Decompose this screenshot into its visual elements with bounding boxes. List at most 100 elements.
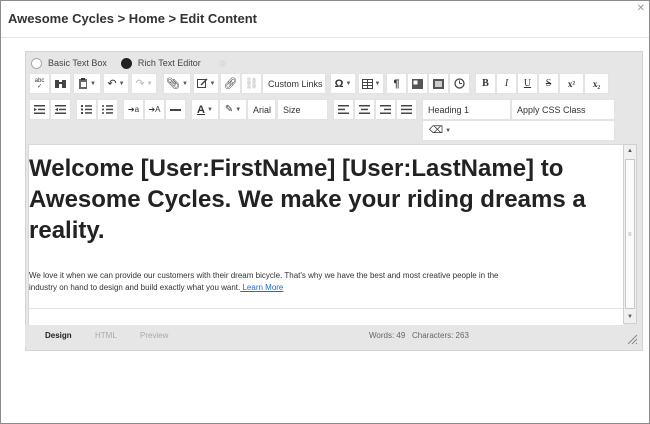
strikethrough-button[interactable]: S [538, 73, 559, 94]
align-right-button[interactable] [375, 99, 396, 120]
close-icon[interactable]: ✕ [637, 3, 645, 14]
increase-size-button[interactable]: ➔A [144, 99, 165, 120]
justify-button[interactable] [396, 99, 417, 120]
scroll-thumb[interactable]: ≡ [625, 159, 635, 309]
indent-icon [34, 105, 45, 114]
chevron-down-icon: ▼ [90, 80, 96, 87]
eraser-icon: ⌫ [429, 125, 444, 136]
italic-button[interactable]: I [496, 73, 517, 94]
tab-design[interactable]: Design [45, 331, 72, 340]
clock-icon [454, 78, 465, 89]
align-left-button[interactable] [333, 99, 354, 120]
chevron-down-icon: ▼ [207, 106, 213, 113]
css-class-dropdown[interactable]: Apply CSS Class [511, 99, 615, 120]
divider [1, 37, 649, 38]
outdent-button[interactable] [50, 99, 71, 120]
justify-icon [401, 105, 412, 114]
edit-content-dialog: Awesome Cycles > Home > Edit Content ✕ B… [0, 0, 650, 424]
custom-links-button[interactable]: Custom Links [262, 73, 326, 94]
bold-button[interactable]: B [475, 73, 496, 94]
learn-more-link[interactable]: Learn More [240, 283, 283, 292]
align-left-icon [338, 105, 349, 114]
horizontal-rule-button[interactable] [165, 99, 186, 120]
content-heading: Welcome [User:FirstName] [User:LastName]… [29, 155, 586, 244]
table-icon [361, 78, 373, 89]
editor-scrollbar[interactable]: ▲ ≡ ▼ [623, 144, 637, 324]
editor-status-bar: Design HTML Preview Words: 49 Characters… [25, 325, 641, 347]
tab-html[interactable]: HTML [95, 331, 117, 340]
redo-icon: ↷ [135, 78, 145, 90]
clipboard-icon [79, 78, 88, 89]
chevron-down-icon: ▼ [118, 80, 125, 87]
edit-box-icon [196, 78, 208, 88]
bullet-list-icon [102, 105, 113, 114]
highlight-button[interactable]: ✎ ▼ [219, 99, 247, 120]
scroll-up-icon[interactable]: ▲ [624, 145, 636, 157]
undo-icon: ↶ [107, 78, 117, 90]
unlink-icon: ⛓︎ [244, 78, 259, 90]
numbered-list-button[interactable] [76, 99, 97, 120]
divider [29, 308, 624, 309]
resize-handle-icon[interactable] [626, 333, 638, 345]
grip-icon: ≡ [628, 232, 632, 238]
align-center-button[interactable] [354, 99, 375, 120]
increase-font-icon: ➔A [148, 105, 161, 114]
help-icon[interactable] [218, 59, 226, 67]
image-manager-button[interactable] [407, 73, 428, 94]
special-chars-button[interactable]: Ω ▼ [330, 73, 356, 94]
tab-preview[interactable]: Preview [140, 331, 168, 340]
editor-mode-selector: Basic Text Box Rich Text Editor [31, 56, 226, 70]
underline-button[interactable]: U [517, 73, 538, 94]
paragraph-button[interactable]: ¶ [386, 73, 407, 94]
basic-text-label[interactable]: Basic Text Box [48, 58, 107, 68]
table-button[interactable]: ▼ [358, 73, 384, 94]
chevron-down-icon: ▼ [345, 80, 352, 87]
image-icon [412, 78, 423, 89]
highlighter-icon: ✎ [224, 104, 234, 115]
redo-button[interactable]: ↷ ▼ [131, 73, 157, 94]
paste-button[interactable]: ▼ [73, 73, 101, 94]
superscript-button[interactable]: x² [559, 73, 584, 94]
font-size-dropdown[interactable]: Size [277, 99, 328, 120]
pilcrow-icon: ¶ [393, 77, 400, 90]
link-icon: 🔗︎ [223, 78, 238, 90]
omega-icon: Ω [334, 77, 344, 90]
content-editor[interactable]: Welcome [User:FirstName] [User:LastName]… [28, 144, 625, 326]
decrease-font-icon: ➔a [127, 105, 140, 114]
scroll-down-icon[interactable]: ▼ [624, 311, 636, 323]
horizontal-rule-icon [170, 108, 181, 111]
chevron-down-icon: ▼ [146, 80, 153, 87]
font-color-button[interactable]: A ▼ [191, 99, 219, 120]
indent-button[interactable] [29, 99, 50, 120]
word-count: Words: 49 Characters: 263 [369, 331, 469, 340]
basic-text-radio[interactable] [31, 57, 42, 69]
paragraph-style-dropdown[interactable]: Heading 1 [422, 99, 511, 120]
align-right-icon [380, 105, 391, 114]
format-stripper-button[interactable]: ⌫ ▼ [422, 120, 615, 141]
decrease-size-button[interactable]: ➔a [123, 99, 144, 120]
paperclip-icon: 📎︎ [166, 78, 180, 90]
bullet-list-button[interactable] [97, 99, 118, 120]
chevron-down-icon: ▼ [374, 80, 381, 87]
numbered-list-icon [81, 105, 92, 114]
attach-button[interactable]: 📎︎ ▼ [163, 73, 191, 94]
media-button[interactable] [428, 73, 449, 94]
insert-link-button[interactable]: 🔗︎ [220, 73, 241, 94]
spellcheck-icon: abc ✓ [34, 77, 45, 90]
media-icon [433, 78, 444, 89]
align-center-icon [359, 105, 370, 114]
chevron-down-icon: ▼ [235, 106, 242, 113]
words-count: Words: 49 [369, 331, 406, 340]
spellcheck-button[interactable]: abc ✓ [29, 73, 50, 94]
font-name-dropdown[interactable]: Arial [247, 99, 276, 120]
rich-text-radio[interactable] [120, 57, 132, 69]
insert-time-button[interactable] [449, 73, 470, 94]
find-button[interactable] [50, 73, 71, 94]
chevron-down-icon: ▼ [182, 80, 188, 87]
characters-count: Characters: 263 [411, 331, 469, 340]
subscript-button[interactable]: x₂ [584, 73, 609, 94]
remove-link-button[interactable]: ⛓︎ [241, 73, 262, 94]
edit-button[interactable]: ▼ [193, 73, 219, 94]
rich-text-label[interactable]: Rich Text Editor [138, 58, 201, 68]
undo-button[interactable]: ↶ ▼ [103, 73, 129, 94]
